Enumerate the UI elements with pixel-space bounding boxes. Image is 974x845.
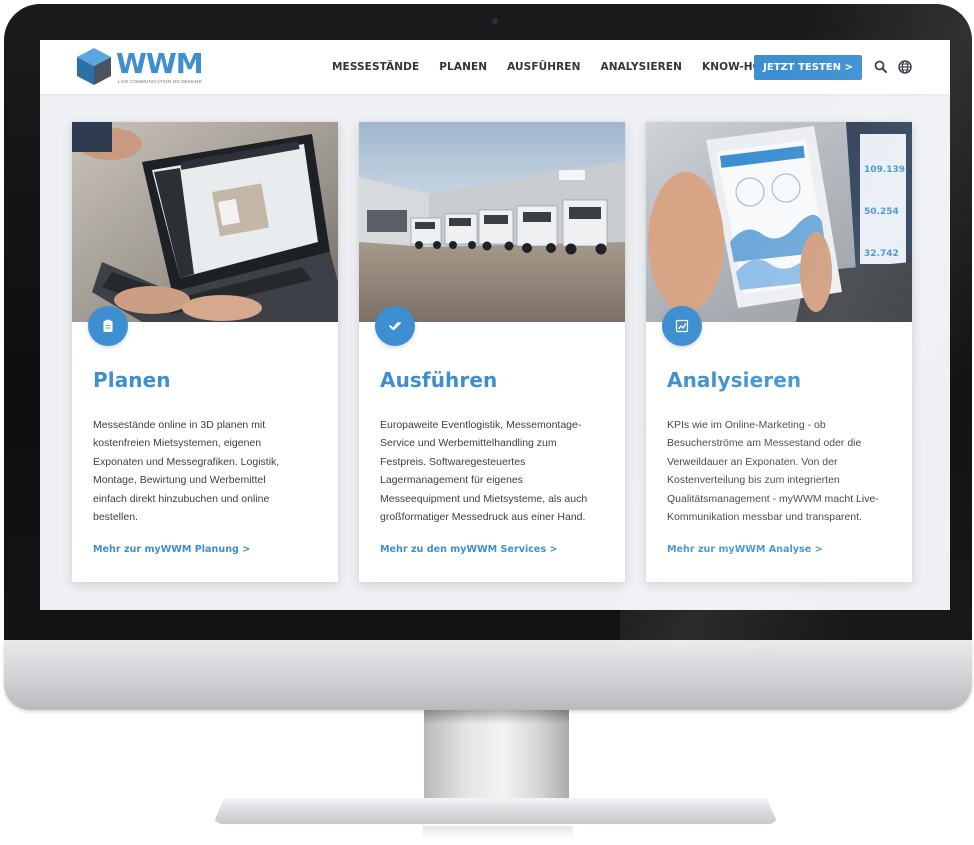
card-text-line: bestellen. — [93, 511, 138, 524]
card-description: Europaweite Eventlogistik, Messemontage-… — [380, 416, 612, 526]
stand-reflection — [423, 826, 573, 840]
webcam — [492, 18, 498, 24]
nav-item-messestaende[interactable]: MESSESTÄNDE — [332, 61, 419, 73]
website-screen: WWM LIVE COMMUNICATION ON DEMAND MESSEST… — [40, 40, 950, 610]
card-title: Analysieren — [667, 368, 802, 392]
nav-item-ausfuehren[interactable]: AUSFÜHREN — [507, 61, 580, 73]
card-text-line: Montage, Bewirtung und Werbemittel — [93, 474, 266, 487]
trucks-warehouse-photo — [359, 122, 625, 322]
phone-value: 50.254 — [864, 207, 899, 217]
card-text-line: Lagermanagement für eigenes — [380, 474, 524, 487]
card-text-line: Kostenverteilung bis zum integrierten — [667, 474, 840, 487]
card-description: KPIs wie im Online-Marketing - ob Besuch… — [667, 416, 899, 526]
clipboard-icon — [88, 306, 128, 346]
card-title: Planen — [93, 368, 171, 392]
phone-value: 109.139 — [864, 165, 905, 175]
card-text-line: Europaweite Eventlogistik, Messemontage- — [380, 419, 582, 431]
card-text-line: einfach direkt hinzubuchen und online — [93, 492, 270, 505]
card-title: Ausführen — [380, 368, 498, 392]
search-icon[interactable] — [872, 58, 890, 76]
phone-value: 32.742 — [864, 249, 899, 259]
nav-item-analysieren[interactable]: ANALYSIEREN — [600, 61, 682, 73]
jetzt-testen-button[interactable]: JETZT TESTEN > — [754, 55, 862, 80]
card-text-line: Messestände online in 3D planen mit — [93, 419, 266, 431]
mehr-planung-link[interactable]: Mehr zur myWWM Planung > — [93, 544, 250, 555]
card-text-line: Qualitätsmanagement - myWWM macht Live- — [667, 492, 879, 505]
logo-tagline: LIVE COMMUNICATION ON DEMAND — [118, 79, 203, 84]
monitor-chin — [4, 640, 972, 710]
globe-icon[interactable] — [896, 58, 914, 76]
card-text-line: Messeequipment und Mietsysteme, als auch — [380, 492, 588, 505]
card-text-line: kostenfreien Mietsystemen, eigenen — [93, 437, 262, 450]
card-text-line: Kommunikation messbar und transparent. — [667, 511, 862, 524]
mehr-services-link[interactable]: Mehr zu den myWWM Services > — [380, 544, 558, 555]
smartphone-analytics-photo: 109.139 50.254 32.742 — [646, 122, 912, 322]
card-text-line: KPIs wie im Online-Marketing - ob — [667, 419, 826, 431]
main-navigation: MESSESTÄNDE PLANEN AUSFÜHREN ANALYSIEREN… — [332, 40, 793, 94]
cube-logo-icon — [77, 48, 111, 85]
line-chart-icon — [662, 306, 702, 346]
card-text-line: Exponaten und Messegrafiken. Logistik, — [93, 455, 280, 468]
card-text-line: Festpreis. Softwaregesteuertes — [380, 455, 526, 468]
monitor-stand-foot — [213, 798, 778, 824]
card-planen: Planen Messestände online in 3D planen m… — [72, 122, 338, 582]
card-ausfuehren: Ausführen Europaweite Eventlogistik, Mes… — [359, 122, 625, 582]
stand-shadow — [424, 710, 569, 724]
card-description: Messestände online in 3D planen mit kost… — [93, 416, 325, 526]
logo-wordmark: WWM — [116, 47, 204, 80]
card-text-line: großformatiger Messedruck aus einer Hand… — [380, 511, 586, 524]
double-check-icon — [375, 306, 415, 346]
site-header: WWM LIVE COMMUNICATION ON DEMAND MESSEST… — [40, 40, 950, 94]
nav-item-planen[interactable]: PLANEN — [439, 61, 487, 73]
card-text-line: Besucherströme am Messestand oder die — [667, 437, 862, 450]
card-analysieren: 109.139 50.254 32.742 Analysieren KPIs w… — [646, 122, 912, 582]
brand-logo[interactable]: WWM LIVE COMMUNICATION ON DEMAND — [74, 46, 204, 88]
mehr-analyse-link[interactable]: Mehr zur myWWM Analyse > — [667, 544, 823, 555]
card-text-line: Verweildauer an Exponaten. Von der — [667, 455, 838, 468]
laptop-planning-photo — [72, 122, 338, 322]
card-text-line: Service und Werbemittelhandling zum — [380, 437, 557, 450]
